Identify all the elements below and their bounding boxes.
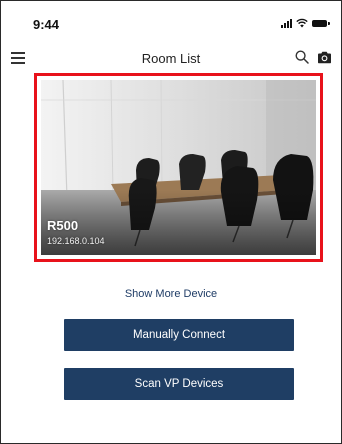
status-icons: [281, 18, 330, 28]
scan-vp-devices-button[interactable]: Scan VP Devices: [64, 368, 294, 400]
manually-connect-button[interactable]: Manually Connect: [64, 319, 294, 351]
device-ip-address: 192.168.0.104: [47, 236, 105, 246]
signal-icon: [281, 19, 292, 28]
status-time: 9:44: [33, 17, 60, 32]
conference-room-image: [41, 80, 316, 255]
search-icon[interactable]: [295, 50, 309, 64]
status-bar: 9:44: [1, 1, 341, 41]
battery-icon: [312, 20, 330, 27]
selected-device-highlight: R500 192.168.0.104: [34, 73, 323, 262]
phone-screen: 9:44 Room List R500 192.168.0.104 Show M…: [0, 0, 342, 444]
nav-bar: Room List: [1, 41, 341, 75]
device-card[interactable]: R500 192.168.0.104: [41, 80, 316, 255]
show-more-device-link[interactable]: Show More Device: [1, 288, 341, 300]
device-name: R500: [47, 218, 79, 233]
camera-icon[interactable]: [317, 51, 332, 64]
wifi-icon: [296, 18, 308, 28]
page-title: Room List: [141, 51, 201, 66]
